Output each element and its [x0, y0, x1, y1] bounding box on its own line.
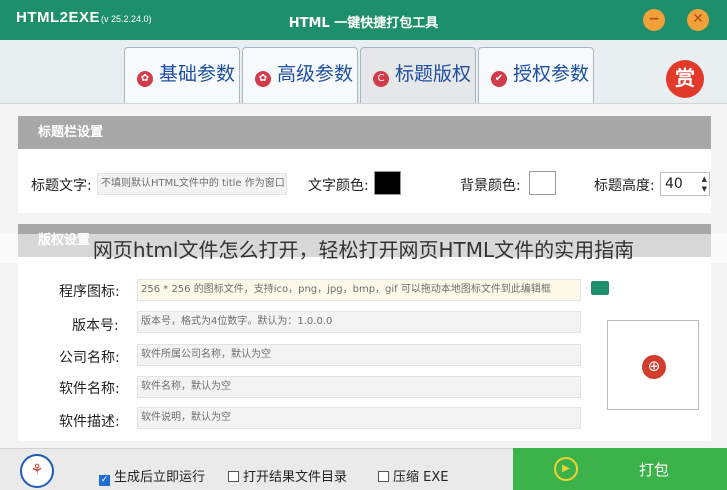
play-icon: ▶ — [554, 457, 578, 481]
title-bar: HTML2EXE (v 25.2.24.0) HTML 一键快捷打包工具 − ✕ — [0, 0, 727, 40]
gear-icon: ✿ — [137, 71, 153, 87]
icon-input[interactable]: 256 * 256 的图标文件，支持ico，png，jpg，bmp，gif 可以… — [137, 279, 581, 301]
run-after-build-checkbox[interactable]: ✓ 生成后立即运行 — [99, 466, 205, 486]
compress-exe-checkbox[interactable]: 压缩 EXE — [378, 466, 448, 485]
text-color-swatch[interactable] — [374, 171, 401, 195]
reward-button[interactable]: 赏 — [666, 60, 704, 98]
version-input[interactable]: 版本号，格式为4位数字。默认为：1.0.0.0 — [137, 311, 581, 333]
pack-label: 打包 — [639, 461, 670, 479]
tab-label: 授权参数 — [513, 63, 590, 85]
tab-bar: ✿ 基础参数 ✿ 高级参数 C 标题版权 ✔ 授权参数 — [0, 40, 727, 104]
section-heading-titlebar: 标题栏设置 — [18, 116, 711, 149]
globe-icon: ⊕ — [642, 355, 666, 379]
tab-advanced-params[interactable]: ✿ 高级参数 — [242, 47, 358, 103]
option-label: 生成后立即运行 — [114, 470, 206, 485]
icon-label: 程序图标: — [59, 284, 120, 300]
title-height-spinner[interactable]: 40 ▲ ▼ — [660, 172, 710, 196]
tab-basic-params[interactable]: ✿ 基础参数 — [124, 47, 240, 103]
checkbox-checked-icon: ✓ — [99, 475, 110, 486]
bg-color-label: 背景颜色: — [460, 178, 521, 194]
software-name-input[interactable]: 软件名称，默认为空 — [137, 376, 581, 398]
company-label: 公司名称: — [59, 350, 120, 366]
pack-button[interactable]: ▶ 打包 — [513, 448, 727, 490]
tab-license-params[interactable]: ✔ 授权参数 — [478, 47, 594, 103]
software-description-input[interactable]: 软件说明，默认为空 — [137, 407, 581, 429]
checkbox-icon — [228, 471, 239, 482]
shield-icon: ✔ — [491, 71, 507, 87]
tab-label: 基础参数 — [159, 63, 236, 85]
window-title: HTML 一键快捷打包工具 — [288, 16, 439, 31]
title-height-value: 40 — [665, 176, 683, 192]
text-color-label: 文字颜色: — [308, 178, 369, 194]
title-text-label: 标题文字: — [31, 178, 92, 194]
close-button[interactable]: ✕ — [687, 9, 709, 31]
tab-label: 标题版权 — [395, 63, 472, 85]
app-logo-icon: ⚘ — [20, 454, 54, 488]
tab-title-copyright[interactable]: C 标题版权 — [360, 47, 476, 103]
tab-label: 高级参数 — [277, 63, 354, 85]
gear-icon: ✿ — [255, 71, 271, 87]
spinner-arrows-icon[interactable]: ▲ ▼ — [702, 174, 707, 194]
title-text-input[interactable]: 不填则默认HTML文件中的 title 作为窗口 — [97, 173, 287, 195]
copyright-icon: C — [373, 71, 389, 87]
option-label: 打开结果文件目录 — [243, 470, 348, 485]
minimize-button[interactable]: − — [643, 9, 665, 31]
company-input[interactable]: 软件所属公司名称，默认为空 — [137, 344, 581, 366]
folder-icon[interactable] — [591, 281, 609, 295]
software-name-label: 软件名称: — [59, 381, 120, 397]
version-label: 版本号: — [72, 318, 119, 334]
overlay-caption: 网页html文件怎么打开，轻松打开网页HTML文件的实用指南 — [0, 234, 727, 263]
option-label: 压缩 EXE — [393, 470, 449, 485]
software-description-label: 软件描述: — [59, 414, 120, 430]
bg-color-swatch[interactable] — [529, 171, 556, 195]
title-height-label: 标题高度: — [594, 178, 655, 194]
checkbox-icon — [378, 471, 389, 482]
open-output-folder-checkbox[interactable]: 打开结果文件目录 — [228, 466, 347, 485]
icon-preview[interactable]: ⊕ — [607, 320, 699, 410]
